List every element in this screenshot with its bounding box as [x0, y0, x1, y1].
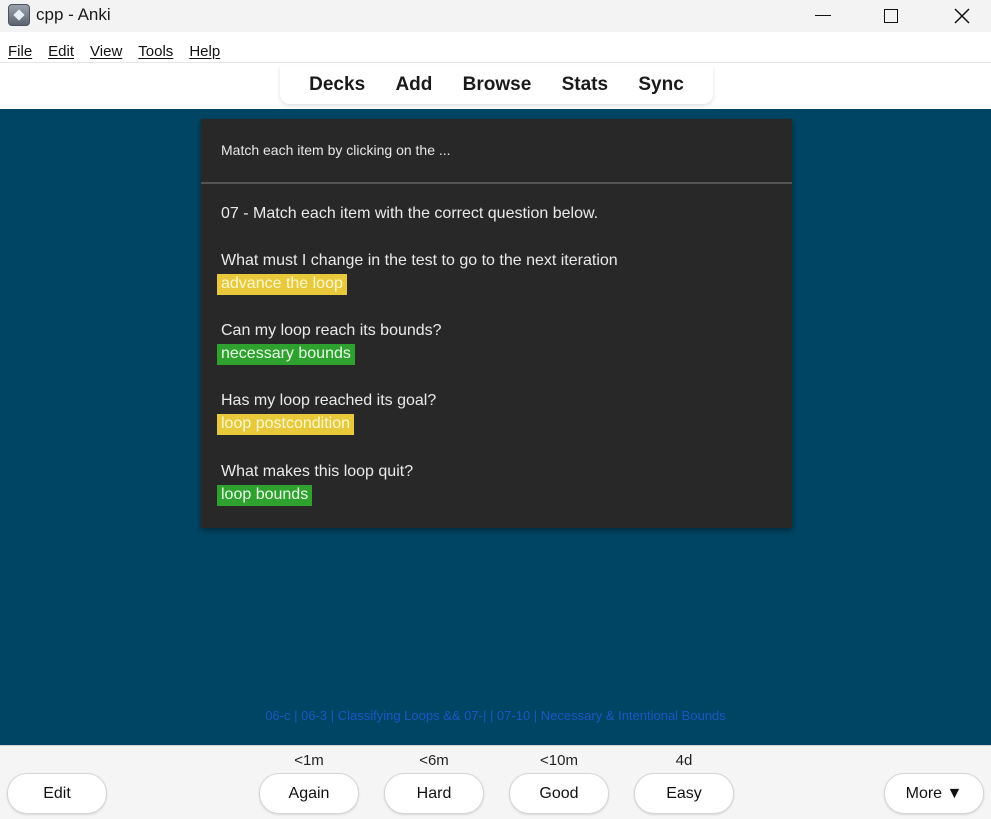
- maximize-button[interactable]: [868, 0, 914, 32]
- answer-bar: Edit <1m Again <6m Hard <10m Good 4d Eas…: [0, 745, 991, 819]
- easy-button[interactable]: Easy: [634, 773, 734, 814]
- match-question: What makes this loop quit?: [221, 463, 414, 480]
- browse-link[interactable]: Browse: [463, 74, 532, 96]
- close-icon: [954, 8, 970, 24]
- minimize-icon: [815, 14, 831, 16]
- menu-edit[interactable]: Edit: [48, 43, 74, 60]
- more-button[interactable]: More ▼: [884, 773, 984, 814]
- menu-help[interactable]: Help: [189, 43, 220, 60]
- anki-icon: [8, 4, 30, 26]
- answer-divider: [201, 182, 792, 184]
- title-bar: cpp - Anki: [0, 0, 991, 32]
- match-answer[interactable]: loop postcondition: [217, 414, 354, 435]
- menu-file[interactable]: File: [8, 43, 32, 60]
- decks-link[interactable]: Decks: [309, 74, 365, 96]
- easy-interval: 4d: [675, 752, 693, 769]
- match-item: Has my loop reached its goal? loop postc…: [217, 392, 781, 435]
- match-item: Can my loop reach its bounds? necessary …: [217, 322, 781, 365]
- match-item: What makes this loop quit? loop bounds: [217, 463, 781, 506]
- hard-button[interactable]: Hard: [384, 773, 484, 814]
- match-question: Can my loop reach its bounds?: [221, 322, 442, 339]
- again-button[interactable]: Again: [259, 773, 359, 814]
- sync-link[interactable]: Sync: [638, 74, 683, 96]
- match-answer[interactable]: advance the loop: [217, 274, 347, 295]
- stats-link[interactable]: Stats: [562, 74, 608, 96]
- card-instruction: 07 - Match each item with the correct qu…: [221, 205, 599, 222]
- match-item: What must I change in the test to go to …: [217, 252, 781, 295]
- minimize-button[interactable]: [800, 0, 846, 32]
- review-area: Match each item by clicking on the ... 0…: [0, 109, 991, 745]
- flashcard: Match each item by clicking on the ... 0…: [201, 119, 792, 528]
- edit-button[interactable]: Edit: [7, 773, 107, 814]
- main-toolbar: Decks Add Browse Stats Sync: [280, 66, 713, 104]
- close-button[interactable]: [939, 0, 985, 32]
- toolbar-area: Decks Add Browse Stats Sync: [0, 62, 991, 109]
- menu-tools[interactable]: Tools: [138, 43, 173, 60]
- good-interval: <10m: [540, 752, 578, 769]
- card-back: 07 - Match each item with the correct qu…: [217, 205, 781, 506]
- hard-interval: <6m: [419, 752, 449, 769]
- match-answer[interactable]: necessary bounds: [217, 344, 355, 365]
- match-question: What must I change in the test to go to …: [221, 252, 618, 269]
- card-front-text: Match each item by clicking on the ...: [221, 142, 451, 158]
- maximize-icon: [884, 9, 898, 23]
- match-answer[interactable]: loop bounds: [217, 485, 313, 506]
- again-interval: <1m: [294, 752, 324, 769]
- card-tags: 06-c | 06-3 | Classifying Loops && 07-| …: [265, 708, 726, 723]
- menu-bar: File Edit View Tools Help: [0, 40, 991, 62]
- menu-view[interactable]: View: [90, 43, 122, 60]
- add-link[interactable]: Add: [395, 74, 432, 96]
- good-button[interactable]: Good: [509, 773, 609, 814]
- window-title: cpp - Anki: [36, 5, 111, 24]
- match-question: Has my loop reached its goal?: [221, 392, 437, 409]
